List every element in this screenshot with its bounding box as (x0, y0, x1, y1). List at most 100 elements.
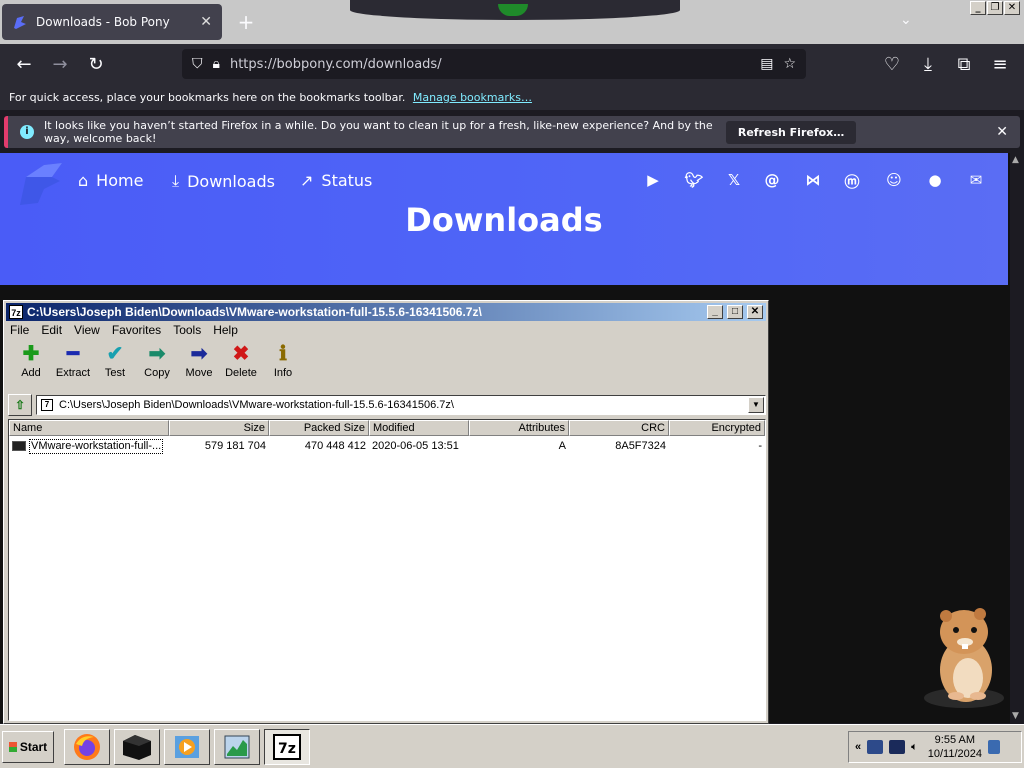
file-packed-size: 470 448 412 (304, 440, 366, 452)
parent-folder-up-icon[interactable]: ⇧ (8, 394, 32, 416)
shield-icon[interactable]: ⛉ (192, 56, 203, 72)
path-value[interactable]: C:\Users\Joseph Biden\Downloads\VMware-w… (59, 396, 742, 414)
start-label: Start (19, 740, 48, 754)
new-tab-button[interactable]: + (234, 10, 258, 34)
performance-chart-icon (224, 735, 250, 759)
column-packed-size[interactable]: Packed Size (269, 420, 369, 436)
tab-close-icon[interactable]: ✕ (200, 14, 212, 30)
minimize-button[interactable]: _ (970, 1, 986, 15)
table-row[interactable]: VMware-workstation-full-... 579 181 704 … (9, 438, 765, 454)
copy-button[interactable]: ➡ Copy (136, 343, 178, 385)
scroll-down-icon[interactable]: ▼ (1012, 711, 1019, 721)
reader-view-icon[interactable]: ▤ (760, 56, 773, 72)
nav-status[interactable]: ↗ Status (300, 171, 372, 190)
discord-icon[interactable]: ☺ (884, 171, 904, 189)
page-scrollbar[interactable]: ▲ ▼ (1010, 153, 1024, 723)
7zip-title-bar[interactable]: 7z C:\Users\Joseph Biden\Downloads\VMwar… (6, 303, 766, 321)
youtube-icon[interactable]: ▶ (643, 171, 663, 189)
windows-flag-icon (8, 742, 17, 752)
menu-view[interactable]: View (74, 323, 100, 337)
delete-button[interactable]: ✖ Delete (220, 343, 262, 385)
start-button[interactable]: Start (2, 731, 54, 763)
tab-list-chevron-icon[interactable]: ⌄ (900, 12, 912, 28)
bluesky-icon[interactable]: ⋈ (803, 171, 823, 189)
nav-home-label: Home (96, 171, 144, 190)
file-list[interactable]: Name Size Packed Size Modified Attribute… (8, 419, 766, 721)
file-name: VMware-workstation-full-... (29, 438, 164, 454)
network-tray-icon[interactable] (867, 740, 884, 754)
mastodon-icon[interactable]: ⓜ (842, 171, 862, 192)
taskbar: Start 7z « 🔈︎ 9:55 AM 10/11/2024 (0, 724, 1024, 768)
7zip-close-button[interactable]: ✕ (747, 305, 763, 319)
add-button[interactable]: ✚ Add (10, 343, 52, 385)
test-button[interactable]: ✔ Test (94, 343, 136, 385)
info-button[interactable]: ℹ Info (262, 343, 304, 385)
x-icon[interactable]: 𝕏 (724, 171, 744, 189)
twitter-icon[interactable]: 🐦︎ (684, 171, 704, 189)
email-icon[interactable]: ✉ (966, 171, 986, 189)
7zip-minimize-button[interactable]: _ (707, 305, 723, 319)
menu-tools[interactable]: Tools (173, 323, 201, 337)
taskbar-firefox[interactable] (64, 729, 110, 765)
url-bar[interactable]: ⛉ 🔒︎ https://bobpony.com/downloads/ ▤ ☆ (182, 49, 806, 79)
close-window-button[interactable]: ✕ (1004, 1, 1020, 15)
nav-downloads[interactable]: ⤓ Downloads (172, 171, 275, 191)
menu-hamburger-icon[interactable]: ≡ (988, 54, 1012, 76)
extensions-icon[interactable]: ⧉ (952, 54, 976, 76)
file-encrypted: - (758, 440, 762, 452)
download-icon: ⤓ (172, 171, 180, 190)
extract-button[interactable]: ━ Extract (52, 343, 94, 385)
7zip-toolbar: ✚ Add ━ Extract ✔ Test ➡ Copy ➡ Move ✖ D… (10, 343, 304, 385)
7zip-maximize-button[interactable]: □ (727, 305, 743, 319)
file-name-cell[interactable]: VMware-workstation-full-... (9, 438, 169, 454)
path-dropdown-icon[interactable]: ▼ (748, 397, 764, 413)
manage-bookmarks-link[interactable]: Manage bookmarks… (413, 91, 532, 104)
taskbar-terminal[interactable] (114, 729, 160, 765)
move-icon: ➡ (190, 343, 208, 365)
pocket-icon[interactable]: ♡ (880, 54, 904, 76)
display-tray-icon[interactable] (889, 740, 906, 754)
hamster-desktop-pet[interactable] (918, 600, 1008, 710)
scroll-up-icon[interactable]: ▲ (1012, 155, 1019, 165)
column-modified[interactable]: Modified (369, 420, 469, 436)
threads-icon[interactable]: @ (762, 171, 782, 189)
window-controls: _ ❐ ✕ (970, 1, 1020, 15)
tab-downloads[interactable]: Downloads - Bob Pony ✕ (2, 4, 222, 40)
test-icon: ✔ (106, 343, 124, 365)
column-name[interactable]: Name (9, 420, 169, 436)
reload-icon[interactable]: ↻ (84, 54, 108, 76)
extract-label: Extract (55, 367, 91, 379)
downloads-icon[interactable]: ⤓ (916, 54, 940, 76)
clock[interactable]: 9:55 AM 10/11/2024 (928, 733, 982, 761)
column-crc[interactable]: CRC (569, 420, 669, 436)
move-button[interactable]: ➡ Move (178, 343, 220, 385)
forward-arrow-icon[interactable]: → (48, 54, 72, 76)
info-icon: i (20, 125, 34, 139)
tray-expand-icon[interactable]: « (855, 741, 861, 753)
menu-favorites[interactable]: Favorites (112, 323, 161, 337)
menu-help[interactable]: Help (213, 323, 238, 337)
menu-file[interactable]: File (10, 323, 29, 337)
lock-icon[interactable]: 🔒︎ (213, 56, 220, 72)
bobpony-logo-icon[interactable] (14, 159, 66, 207)
github-icon[interactable]: ● (925, 171, 945, 189)
restore-button[interactable]: ❐ (987, 1, 1003, 15)
menu-edit[interactable]: Edit (41, 323, 62, 337)
show-desktop-icon[interactable] (987, 740, 1000, 754)
path-combobox[interactable]: 7 C:\Users\Joseph Biden\Downloads\VMware… (36, 395, 766, 415)
back-arrow-icon[interactable]: ← (12, 54, 36, 76)
column-size[interactable]: Size (169, 420, 269, 436)
url-text[interactable]: https://bobpony.com/downloads/ (230, 57, 750, 72)
notification-close-icon[interactable]: ✕ (996, 124, 1008, 140)
column-encrypted[interactable]: Encrypted (669, 420, 765, 436)
volume-icon[interactable]: 🔈︎ (911, 741, 918, 754)
column-attributes[interactable]: Attributes (469, 420, 569, 436)
taskbar-7zip[interactable]: 7z (264, 729, 310, 765)
file-size: 579 181 704 (204, 440, 266, 452)
bookmark-star-icon[interactable]: ☆ (783, 56, 796, 72)
refresh-firefox-button[interactable]: Refresh Firefox… (725, 120, 857, 144)
taskbar-media-player[interactable] (164, 729, 210, 765)
taskbar-task-manager[interactable] (214, 729, 260, 765)
nav-home[interactable]: ⌂ Home (78, 171, 143, 190)
file-icon (12, 441, 26, 451)
